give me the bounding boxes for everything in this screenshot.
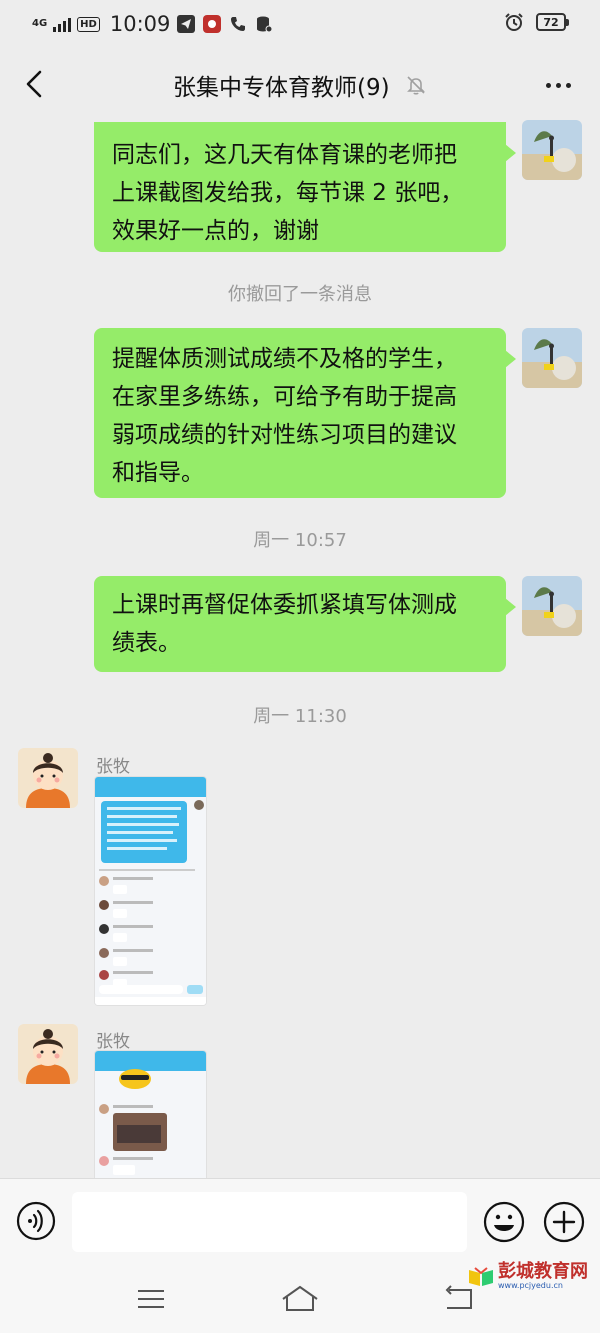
message-line: 和指导。 xyxy=(112,460,204,486)
message-line: 在家里多练练，可给予有助于提高 xyxy=(112,384,457,410)
message-line: 效果好一点的，谢谢 xyxy=(112,218,319,244)
image-message[interactable] xyxy=(94,776,207,1006)
watermark-url: www.pcjyedu.cn xyxy=(498,1281,563,1290)
input-bar: 彭城教育网 www.pcjyedu.cn xyxy=(0,1178,600,1290)
message-line: 上课时再督促体委抓紧填写体测成 xyxy=(112,592,457,618)
message-bubble-outgoing[interactable]: 同志们，这几天有体育课的老师把 上课截图发给我，每节课 2 张吧， 效果好一点的… xyxy=(94,122,516,252)
voice-input-button[interactable] xyxy=(16,1201,56,1241)
message-line: 提醒体质测试成绩不及格的学生， xyxy=(112,346,457,372)
message-input[interactable] xyxy=(72,1192,467,1252)
smiley-icon xyxy=(483,1201,525,1243)
menu-icon xyxy=(138,1290,164,1308)
emoji-button[interactable] xyxy=(483,1201,525,1243)
alarm-icon xyxy=(504,12,524,32)
watermark-name: 彭城教育网 xyxy=(498,1261,588,1282)
message-line: 上课截图发给我，每节课 2 张吧， xyxy=(112,180,464,206)
menu-nav-button[interactable] xyxy=(131,1281,171,1317)
my-avatar[interactable] xyxy=(522,120,582,180)
message-bubble-outgoing[interactable]: 提醒体质测试成绩不及格的学生， 在家里多练练，可给予有助于提高 弱项成绩的针对性… xyxy=(94,328,516,498)
mute-bell-icon xyxy=(407,76,425,95)
message-line: 绩表。 xyxy=(112,630,181,656)
hd-badge: HD xyxy=(77,16,100,32)
more-options-button[interactable] xyxy=(538,68,578,102)
timestamp: 周一 10:57 xyxy=(253,530,347,551)
more-dot-icon xyxy=(545,82,551,88)
status-time: 10:09 xyxy=(109,12,171,36)
network-type: 4G xyxy=(32,18,48,29)
voice-icon xyxy=(16,1201,56,1241)
book-logo-icon xyxy=(469,1266,493,1286)
message-line: 同志们，这几天有体育课的老师把 xyxy=(112,142,457,168)
signal-icon xyxy=(53,16,72,32)
sender-name: 张牧 xyxy=(96,757,130,777)
more-actions-button[interactable] xyxy=(543,1201,585,1243)
watermark: 彭城教育网 www.pcjyedu.cn xyxy=(468,1263,588,1290)
phone-icon xyxy=(228,14,248,34)
sender-avatar[interactable] xyxy=(18,1024,78,1084)
more-dot-icon xyxy=(555,82,561,88)
sender-name: 张牧 xyxy=(96,1032,130,1052)
status-bar: 4G HD 10:09 72 xyxy=(0,0,600,50)
plus-icon xyxy=(543,1201,585,1243)
timestamp: 周一 11:30 xyxy=(253,706,347,727)
chat-header: 张集中专体育教师(9) xyxy=(0,50,600,120)
storage-icon xyxy=(254,14,274,34)
my-avatar[interactable] xyxy=(522,328,582,388)
more-dot-icon xyxy=(565,82,571,88)
sender-avatar[interactable] xyxy=(18,748,78,808)
message-bubble-outgoing[interactable]: 上课时再督促体委抓紧填写体测成 绩表。 xyxy=(94,576,516,672)
recall-notice: 你撤回了一条消息 xyxy=(228,284,372,305)
my-avatar[interactable] xyxy=(522,576,582,636)
home-nav-button[interactable] xyxy=(280,1281,320,1317)
battery-icon: 72 xyxy=(536,13,569,31)
chat-area[interactable]: 同志们，这几天有体育课的老师把 上课截图发给我，每节课 2 张吧， 效果好一点的… xyxy=(0,120,600,1178)
telegram-icon xyxy=(176,14,196,34)
chat-title: 张集中专体育教师(9) xyxy=(173,75,390,101)
battery-level: 72 xyxy=(543,15,559,29)
app-notification-icon xyxy=(202,14,222,34)
message-line: 弱项成绩的针对性练习项目的建议 xyxy=(112,422,457,448)
home-icon xyxy=(282,1285,318,1311)
image-message[interactable] xyxy=(94,1050,207,1178)
